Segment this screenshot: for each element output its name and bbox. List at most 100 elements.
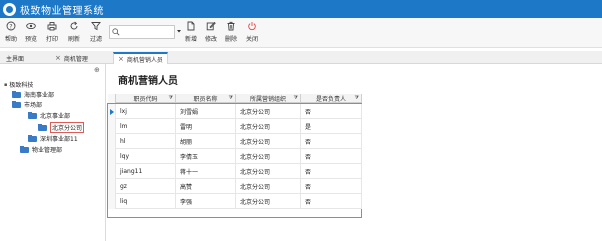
cell-org[interactable]: 北京分公司 bbox=[236, 149, 301, 164]
folder-icon bbox=[12, 90, 21, 98]
cell-is-head[interactable]: 否 bbox=[301, 179, 362, 194]
tab-opportunity-sales-staff[interactable]: × 商机营销人员 bbox=[113, 52, 168, 64]
search-input[interactable] bbox=[109, 25, 175, 39]
close-icon[interactable]: × bbox=[118, 55, 124, 63]
cell-name[interactable]: 雷明 bbox=[176, 119, 236, 134]
cell-is-head[interactable]: 否 bbox=[301, 149, 362, 164]
header-indicator-cell bbox=[108, 94, 116, 103]
cell-is-head[interactable]: 否 bbox=[301, 104, 362, 119]
folder-icon bbox=[28, 111, 37, 119]
filter-icon[interactable]: ⧩ bbox=[294, 95, 298, 101]
tree-node-root[interactable]: ▪ 极致科技 bbox=[4, 80, 33, 90]
tree-node-shenzhen[interactable]: 深圳事业部11 bbox=[28, 134, 78, 143]
cell-code[interactable]: hl bbox=[116, 134, 176, 149]
collapse-icon[interactable]: ▪ bbox=[4, 82, 7, 88]
column-header-is-head[interactable]: 是否负责人 ⧩ bbox=[301, 94, 362, 103]
row-indicator[interactable] bbox=[108, 179, 116, 194]
cell-code[interactable]: lqy bbox=[116, 149, 176, 164]
filter-button[interactable]: 过滤 bbox=[85, 21, 107, 45]
table-row[interactable]: lm 雷明 北京分公司是 bbox=[108, 119, 362, 134]
add-label: 新增 bbox=[184, 36, 197, 43]
cell-code[interactable]: lxj bbox=[116, 104, 176, 119]
cell-name[interactable]: 刘雪娟 bbox=[176, 104, 236, 119]
cell-code[interactable]: liq bbox=[116, 194, 176, 209]
cell-org[interactable]: 北京分公司 bbox=[236, 179, 301, 194]
refresh-icon bbox=[70, 21, 78, 30]
add-button[interactable]: 新增 bbox=[180, 21, 202, 45]
cell-org[interactable]: 北京分公司 bbox=[236, 119, 301, 134]
cell-code[interactable]: jiang11 bbox=[116, 164, 176, 179]
cell-is-head[interactable]: 是 bbox=[301, 119, 362, 134]
tree-node-market[interactable]: 市场部 bbox=[12, 100, 42, 109]
print-button[interactable]: 打印 bbox=[41, 21, 63, 45]
cell-name[interactable]: 胡丽 bbox=[176, 134, 236, 149]
cell-is-head[interactable]: 否 bbox=[301, 194, 362, 209]
table-row[interactable]: hl 胡丽 北京分公司否 bbox=[108, 134, 362, 149]
table-row[interactable]: lxj 刘雪娟 北京分公司否 bbox=[108, 104, 362, 119]
table-row[interactable]: jiang11 蒋十一 北京分公司否 bbox=[108, 164, 362, 179]
tab-home[interactable]: 主界面 bbox=[2, 52, 28, 64]
row-indicator[interactable] bbox=[108, 119, 116, 134]
cell-code[interactable]: lm bbox=[116, 119, 176, 134]
cell-org[interactable]: 北京分公司 bbox=[236, 164, 301, 179]
tree-node-property[interactable]: 物业管理部 bbox=[20, 145, 62, 154]
column-label: 所属营销组织 bbox=[249, 96, 286, 103]
cell-code[interactable]: gz bbox=[116, 179, 176, 194]
dropdown-arrow-icon[interactable] bbox=[176, 27, 182, 35]
cell-name[interactable]: 李倩玉 bbox=[176, 149, 236, 164]
row-indicator[interactable] bbox=[108, 134, 116, 149]
column-header-org[interactable]: 所属营销组织 ⧩ bbox=[236, 94, 301, 103]
table-row[interactable]: lqy 李倩玉 北京分公司否 bbox=[108, 149, 362, 164]
filter-label: 过滤 bbox=[89, 36, 102, 43]
folder-icon bbox=[28, 134, 37, 142]
cell-name[interactable]: 高赞 bbox=[176, 179, 236, 194]
refresh-button[interactable]: 刷新 bbox=[63, 21, 85, 45]
toolbar: ? 帮助 预览 打印 刷新 过滤 新增 修改 删除 关闭 bbox=[0, 18, 602, 48]
tree-node-label: 海南事业部 bbox=[24, 92, 55, 99]
cell-org[interactable]: 北京分公司 bbox=[236, 134, 301, 149]
power-icon bbox=[248, 22, 256, 31]
filter-icon[interactable]: ⧩ bbox=[355, 95, 359, 101]
help-icon: ? bbox=[6, 21, 16, 31]
cell-org[interactable]: 北京分公司 bbox=[236, 104, 301, 119]
tree-node-label-selected: 北京分公司 bbox=[50, 122, 85, 133]
edit-label: 修改 bbox=[204, 36, 217, 43]
help-button[interactable]: ? 帮助 bbox=[0, 21, 22, 45]
cell-name[interactable]: 蒋十一 bbox=[176, 164, 236, 179]
filter-icon[interactable]: ⧩ bbox=[169, 95, 173, 101]
tab-strip: 主界面 × 商机管理 × 商机营销人员 bbox=[0, 51, 602, 64]
row-indicator[interactable] bbox=[108, 194, 116, 209]
cell-is-head[interactable]: 否 bbox=[301, 164, 362, 179]
column-label: 职员名称 bbox=[193, 96, 218, 103]
filter-icon[interactable]: ⧩ bbox=[229, 95, 233, 101]
row-indicator[interactable] bbox=[108, 149, 116, 164]
table-row[interactable]: gz 高赞 北京分公司否 bbox=[108, 179, 362, 194]
tree-node-label: 物业管理部 bbox=[32, 147, 63, 154]
refresh-label: 刷新 bbox=[67, 36, 80, 43]
cell-org[interactable]: 北京分公司 bbox=[236, 194, 301, 209]
preview-button[interactable]: 预览 bbox=[20, 21, 42, 45]
close-button[interactable]: 关闭 bbox=[241, 21, 263, 45]
tree-node-beijing-branch[interactable]: 北京分公司 bbox=[38, 122, 85, 133]
pin-icon[interactable]: ⊕ bbox=[94, 66, 100, 74]
column-header-name[interactable]: 职员名称 ⧩ bbox=[176, 94, 236, 103]
row-indicator[interactable] bbox=[108, 164, 116, 179]
tree-node-label: 深圳事业部11 bbox=[40, 136, 78, 143]
table-row[interactable]: liq 李强 北京分公司否 bbox=[108, 194, 362, 209]
cell-name[interactable]: 李强 bbox=[176, 194, 236, 209]
folder-icon bbox=[38, 123, 47, 131]
grid-header: 职员代码 ⧩ 职员名称 ⧩ 所属营销组织 ⧩ 是否负责人 ⧩ bbox=[108, 94, 362, 103]
column-header-code[interactable]: 职员代码 ⧩ bbox=[116, 94, 176, 103]
row-indicator[interactable] bbox=[108, 104, 116, 119]
tree-node-hainan[interactable]: 海南事业部 bbox=[12, 90, 54, 99]
tab-label: 商机营销人员 bbox=[126, 56, 163, 64]
delete-button[interactable]: 删除 bbox=[220, 21, 242, 45]
app-title: 极致物业管理系统 bbox=[20, 5, 104, 17]
printer-icon bbox=[47, 22, 57, 31]
edit-button[interactable]: 修改 bbox=[200, 21, 222, 45]
tab-label: 主界面 bbox=[6, 55, 25, 63]
tab-opportunity-management[interactable]: × 商机管理 bbox=[51, 52, 92, 64]
close-icon[interactable]: × bbox=[55, 54, 61, 62]
cell-is-head[interactable]: 否 bbox=[301, 134, 362, 149]
tree-node-beijing-division[interactable]: 北京事业部 bbox=[28, 111, 70, 120]
